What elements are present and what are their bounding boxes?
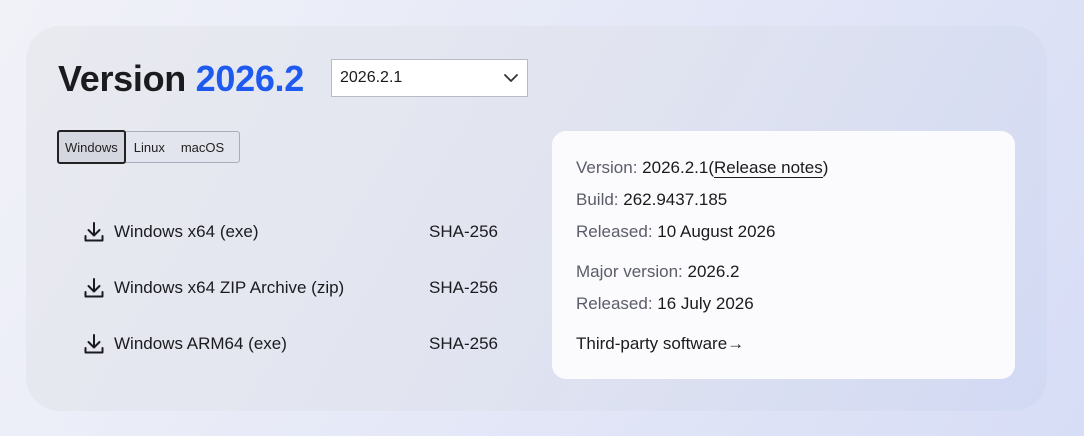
tab-linux[interactable]: Linux bbox=[126, 132, 173, 162]
released-key: Released: bbox=[576, 222, 653, 241]
version-value: 2026.2.1 bbox=[642, 158, 709, 177]
paren-close: ) bbox=[822, 158, 829, 177]
download-item-windows-arm64-exe[interactable]: Windows ARM64 (exe) SHA-256 bbox=[82, 322, 502, 366]
chevron-down-icon bbox=[503, 70, 519, 86]
third-party-label: Third-party software bbox=[576, 334, 728, 353]
download-icon bbox=[82, 276, 106, 300]
major-version-line: Major version: 2026.2 bbox=[576, 261, 740, 283]
checksum-link[interactable]: SHA-256 bbox=[429, 334, 498, 354]
build-key: Build: bbox=[576, 190, 619, 209]
release-notes-link[interactable]: Release notes bbox=[714, 158, 823, 178]
build-line: Build: 262.9437.185 bbox=[576, 189, 727, 211]
download-item-windows-x64-exe[interactable]: Windows x64 (exe) SHA-256 bbox=[82, 210, 502, 254]
download-item-windows-x64-zip[interactable]: Windows x64 ZIP Archive (zip) SHA-256 bbox=[82, 266, 502, 310]
released-line: Released: 10 August 2026 bbox=[576, 221, 775, 243]
build-value: 262.9437.185 bbox=[623, 190, 728, 209]
checksum-link[interactable]: SHA-256 bbox=[429, 278, 498, 298]
major-released-line: Released: 16 July 2026 bbox=[576, 293, 754, 315]
download-icon bbox=[82, 220, 106, 244]
third-party-software-link[interactable]: Third-party software→ bbox=[576, 333, 744, 355]
os-tabs: Windows Linux macOS bbox=[57, 130, 240, 164]
tab-windows[interactable]: Windows bbox=[57, 130, 126, 164]
released-value: 10 August 2026 bbox=[657, 222, 776, 241]
major-released-key: Released: bbox=[576, 294, 653, 313]
arrow-right-icon: → bbox=[727, 334, 745, 353]
version-select-value: 2026.2.1 bbox=[340, 69, 403, 86]
version-key: Version: bbox=[576, 158, 638, 177]
title-prefix: Version bbox=[58, 58, 186, 99]
page-title: Version 2026.2 bbox=[58, 54, 304, 104]
version-select[interactable]: 2026.2.1 bbox=[331, 59, 528, 97]
version-line: Version: 2026.2.1(Release notes) bbox=[576, 157, 828, 179]
title-version: 2026.2 bbox=[195, 58, 305, 99]
download-icon bbox=[82, 332, 106, 356]
release-info-panel: Version: 2026.2.1(Release notes) Build: … bbox=[552, 131, 1015, 379]
tab-macos[interactable]: macOS bbox=[173, 132, 232, 162]
checksum-link[interactable]: SHA-256 bbox=[429, 222, 498, 242]
major-version-value: 2026.2 bbox=[687, 262, 740, 281]
major-released-value: 16 July 2026 bbox=[657, 294, 754, 313]
major-version-key: Major version: bbox=[576, 262, 683, 281]
